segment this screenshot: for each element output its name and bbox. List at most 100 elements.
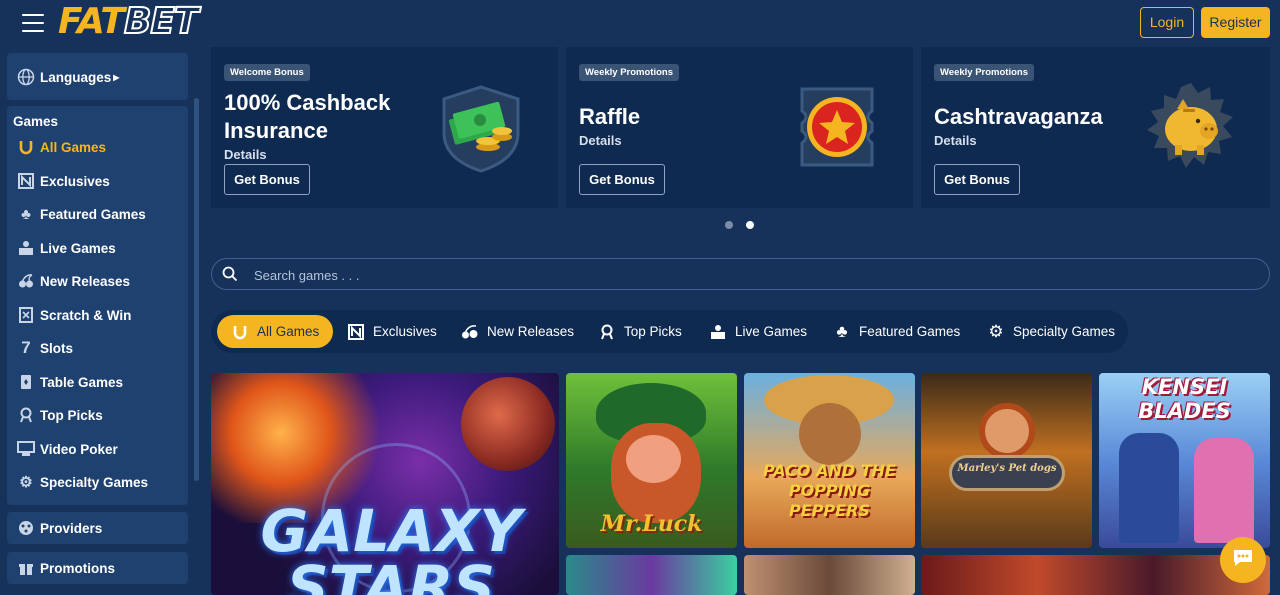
sidebar-item-label: Table Games <box>40 374 124 390</box>
game-tile-kensei-blades[interactable]: KENSEI BLADES <box>1099 373 1270 548</box>
game-tile-mr-luck[interactable]: Mr.Luck <box>566 373 737 548</box>
tab-featured-games[interactable]: ♣ Featured Games <box>833 315 960 348</box>
carousel-dot-1[interactable] <box>725 221 733 229</box>
game-title-text: PACO AND THE POPPING PEPPERS <box>763 461 896 520</box>
face-art <box>799 403 861 465</box>
promo-card-cashback: Welcome Bonus 100% Cashback Insurance De… <box>211 47 558 208</box>
sidebar-item-label: Top Picks <box>40 407 103 423</box>
girl-art <box>979 403 1035 459</box>
live-dealer-icon <box>709 323 727 341</box>
gear-icon: ⚙ <box>988 321 1004 341</box>
promo-title: 100% Cashback Insurance <box>224 89 390 145</box>
sidebar-item-table-games[interactable]: Table Games <box>7 368 188 396</box>
fatbet-logo[interactable]: FATBET <box>58 1 200 43</box>
languages-block: Languages ▶ <box>7 53 188 100</box>
sidebar-item-promotions[interactable]: Promotions <box>7 554 188 582</box>
cherries-icon <box>461 323 479 341</box>
tab-label: All Games <box>257 324 320 339</box>
tab-all-games[interactable]: All Games <box>217 315 334 348</box>
games-nav: Games All Games Exclusives ♣ Featured Ga… <box>7 106 188 505</box>
game-title: GALAXY STARS <box>260 497 522 595</box>
sidebar-item-new-releases[interactable]: New Releases <box>7 267 188 295</box>
globe-icon <box>15 68 37 86</box>
exclusives-icon <box>15 172 37 190</box>
sidebar-item-label: Scratch & Win <box>40 307 132 323</box>
tab-exclusives[interactable]: Exclusives <box>347 315 437 348</box>
cherries-icon <box>15 272 37 290</box>
game-title: Mr.Luck <box>600 511 703 537</box>
piggy-bank-icon <box>1143 81 1239 178</box>
sidebar-item-providers[interactable]: Providers <box>7 514 188 542</box>
providers-block: Providers <box>7 512 188 544</box>
promo-title-line1: 100% Cashback <box>224 90 391 115</box>
search-icon <box>222 266 238 282</box>
gift-icon <box>15 559 37 577</box>
register-button[interactable]: Register <box>1201 7 1270 38</box>
promo-details-link[interactable]: Details <box>934 133 977 148</box>
tab-specialty-games[interactable]: ⚙ Specialty Games <box>987 315 1115 348</box>
sidebar-item-label: Exclusives <box>40 173 110 189</box>
sidebar-item-live-games[interactable]: Live Games <box>7 234 188 262</box>
promo-title-line2: Insurance <box>224 118 328 143</box>
tab-new-releases[interactable]: New Releases <box>461 315 574 348</box>
tab-label: New Releases <box>487 324 575 339</box>
sidebar-scrollbar[interactable] <box>194 98 199 481</box>
sidebar-item-specialty-games[interactable]: ⚙ Specialty Games <box>7 468 188 496</box>
carousel-dot-2[interactable] <box>746 221 754 229</box>
sidebar-item-exclusives[interactable]: Exclusives <box>7 167 188 195</box>
promo-title: Raffle <box>579 104 641 129</box>
seven-icon: 7 <box>21 338 31 357</box>
games-heading: Games <box>13 114 59 129</box>
promo-tag: Weekly Promotions <box>934 64 1034 81</box>
sidebar-item-label: Video Poker <box>40 441 118 457</box>
sidebar-item-all-games[interactable]: All Games <box>7 133 188 161</box>
sidebar-item-scratch-win[interactable]: Scratch & Win <box>7 301 188 329</box>
sidebar-item-featured-games[interactable]: ♣ Featured Games <box>7 200 188 228</box>
promo-tag: Weekly Promotions <box>579 64 679 81</box>
promo-card-cashtravaganza: Weekly Promotions Cashtravaganza Details… <box>921 47 1270 208</box>
scratch-card-icon <box>15 306 37 324</box>
menu-icon[interactable] <box>22 14 44 32</box>
search-bar <box>211 258 1270 290</box>
get-bonus-button[interactable]: Get Bonus <box>579 164 665 195</box>
get-bonus-button[interactable]: Get Bonus <box>934 164 1020 195</box>
promo-details-link[interactable]: Details <box>579 133 622 148</box>
caret-right-icon: ▶ <box>113 72 120 82</box>
promotions-block: Promotions <box>7 552 188 584</box>
promo-details-link[interactable]: Details <box>224 147 267 162</box>
game-tile-row2-2[interactable] <box>744 555 915 595</box>
medal-icon <box>598 323 616 341</box>
star-ticket-icon <box>792 83 882 176</box>
sidebar-item-slots[interactable]: 7 Slots <box>7 334 188 362</box>
tab-label: Top Picks <box>624 324 682 339</box>
cash-shield-icon <box>436 83 526 178</box>
tab-top-picks[interactable]: Top Picks <box>598 315 682 348</box>
game-tile-row2-3[interactable] <box>921 555 1270 595</box>
chat-button[interactable] <box>1220 537 1266 583</box>
sidebar: Languages ▶ Games All Games Exclusives ♣… <box>0 46 204 595</box>
login-button[interactable]: Login <box>1140 7 1194 38</box>
get-bonus-button[interactable]: Get Bonus <box>224 164 310 195</box>
game-tile-paco[interactable]: PACO AND THE POPPING PEPPERS <box>744 373 915 548</box>
horseshoe-icon <box>231 323 249 341</box>
face-art <box>626 435 681 483</box>
game-tile-marleys-pet-dogs[interactable]: Marley's Pet dogs <box>921 373 1092 548</box>
clover-icon: ♣ <box>21 205 31 223</box>
search-input[interactable] <box>254 265 1154 285</box>
game-tile-galaxy-stars[interactable]: GALAXY STARS <box>211 373 559 595</box>
sidebar-item-label: Promotions <box>40 560 116 576</box>
sidebar-item-label: New Releases <box>40 273 131 289</box>
sidebar-item-video-poker[interactable]: Video Poker <box>7 435 188 463</box>
sidebar-item-label: Providers <box>40 520 103 536</box>
languages-item[interactable]: Languages ▶ <box>7 63 188 91</box>
sidebar-item-label: Live Games <box>40 240 116 256</box>
tab-live-games[interactable]: Live Games <box>709 315 807 348</box>
tab-label: Featured Games <box>859 324 961 339</box>
medal-icon <box>15 406 37 424</box>
sidebar-item-top-picks[interactable]: Top Picks <box>7 401 188 429</box>
game-tile-row2-1[interactable] <box>566 555 737 595</box>
logo-fat-text: FAT <box>58 1 125 42</box>
game-title: Marley's Pet dogs <box>957 463 1057 474</box>
tab-label: Specialty Games <box>1013 324 1116 339</box>
sidebar-item-label: Featured Games <box>40 206 146 222</box>
